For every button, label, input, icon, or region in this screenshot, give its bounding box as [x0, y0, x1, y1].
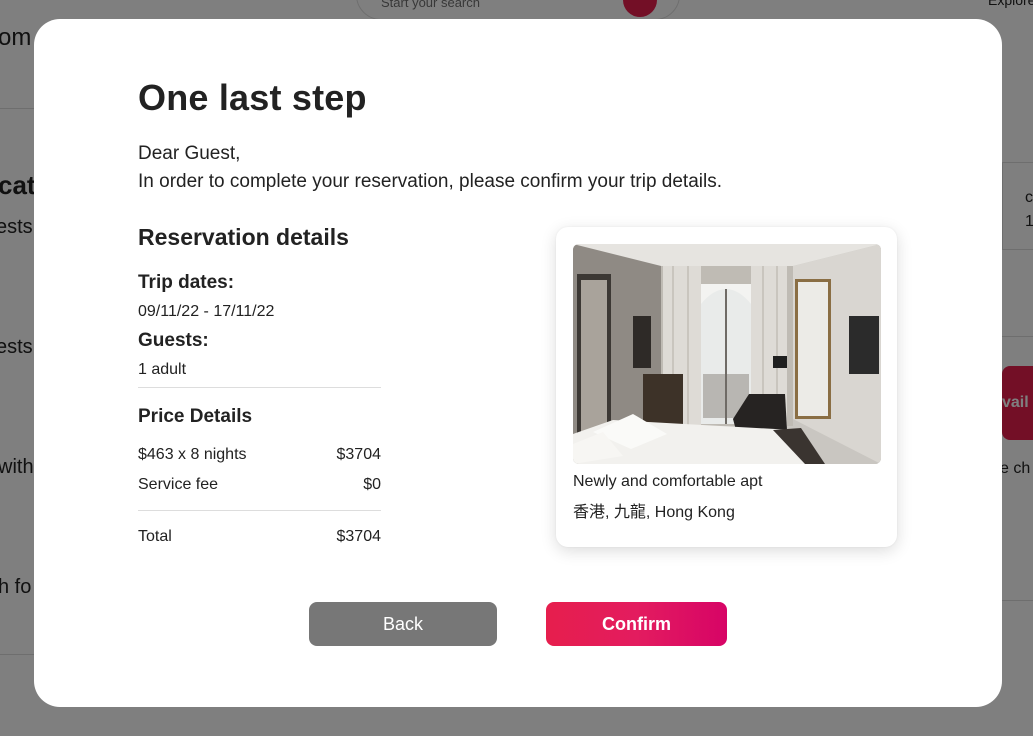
reservation-details-heading: Reservation details [138, 224, 349, 250]
price-details-heading: Price Details [138, 406, 253, 427]
divider [138, 510, 381, 511]
service-fee-amount: $0 [363, 476, 381, 493]
service-fee-label: Service fee [138, 476, 219, 493]
nightly-amount: $3704 [336, 446, 382, 463]
nightly-label: $463 x 8 nights [138, 446, 247, 463]
greeting-text: Dear Guest, [138, 143, 241, 164]
divider [138, 387, 381, 388]
listing-location: 香港, 九龍, Hong Kong [573, 504, 735, 521]
confirm-reservation-modal: One last step Dear Guest, In order to co… [34, 19, 1002, 707]
guests-value: 1 adult [138, 361, 187, 378]
hotel-room-image [573, 244, 881, 464]
page-title: One last step [138, 77, 367, 118]
total-label: Total [138, 528, 172, 545]
intro-text: In order to complete your reservation, p… [138, 171, 722, 192]
confirm-button[interactable]: Confirm [546, 602, 727, 646]
trip-dates-label: Trip dates: [138, 272, 235, 293]
back-button[interactable]: Back [309, 602, 497, 646]
listing-photo [573, 244, 881, 464]
listing-name: Newly and comfortable apt [573, 473, 763, 490]
trip-dates-value: 09/11/22 - 17/11/22 [138, 303, 275, 320]
listing-card[interactable]: Newly and comfortable apt 香港, 九龍, Hong K… [556, 227, 897, 547]
total-amount: $3704 [336, 528, 382, 545]
guests-label: Guests: [138, 330, 209, 351]
